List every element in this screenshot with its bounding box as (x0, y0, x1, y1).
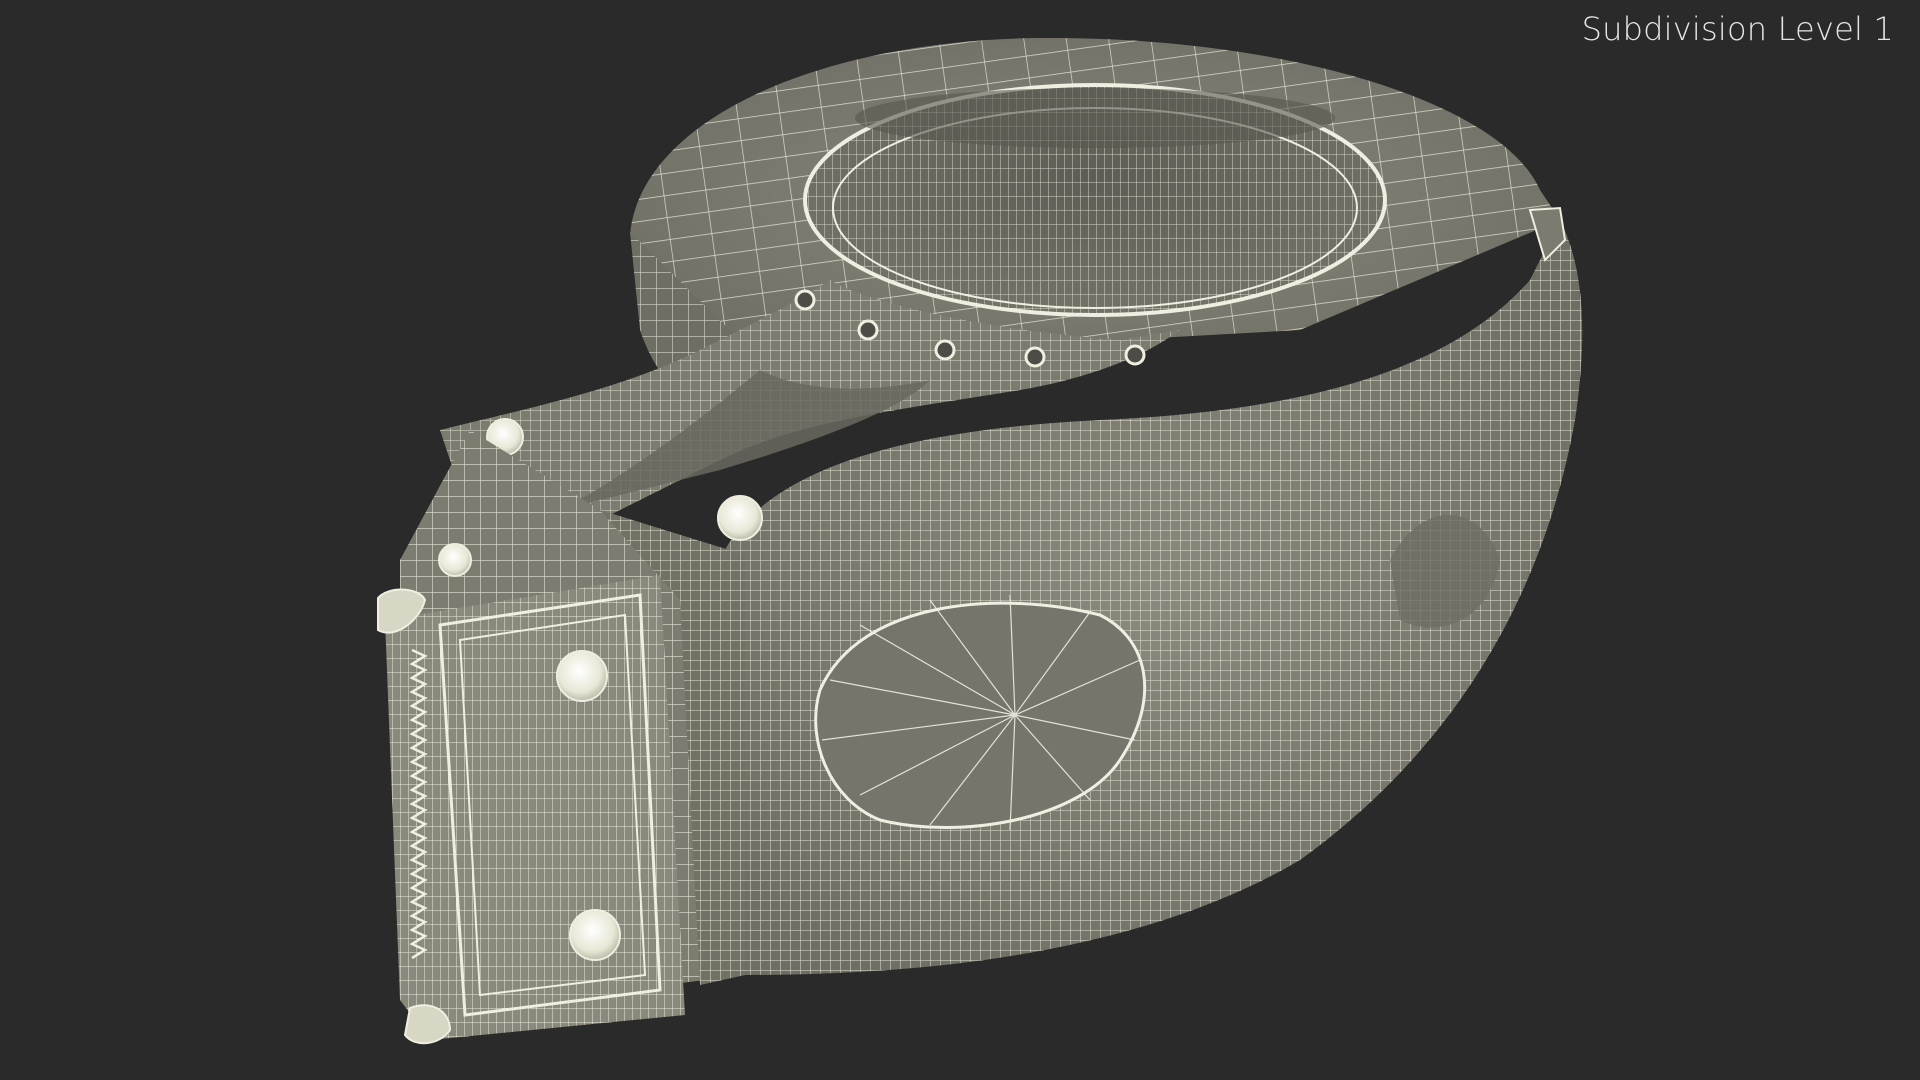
tape-dispenser-wireframe-model (377, 37, 1583, 1045)
render-viewport: Subdivision Level 1 (0, 0, 1920, 1080)
cutter-blade-plate (377, 575, 685, 1045)
subdivision-level-label: Subdivision Level 1 (1581, 10, 1894, 48)
blade-rivet-bottom (569, 909, 621, 961)
inner-cylinder (803, 83, 1387, 317)
blade-rivet-top (556, 650, 608, 702)
